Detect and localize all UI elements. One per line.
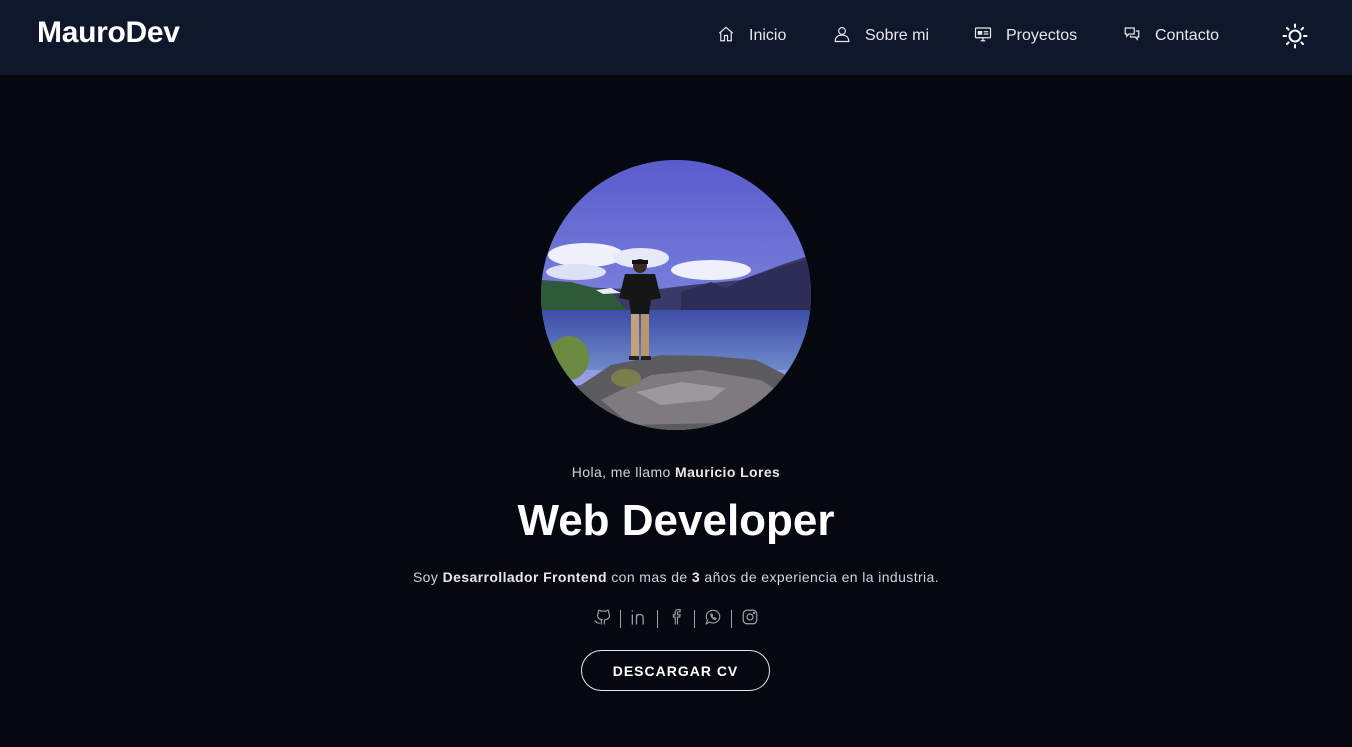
desc-suffix: años de experiencia en la industria. (700, 569, 940, 585)
divider (620, 610, 621, 628)
linkedin-icon[interactable] (629, 607, 649, 627)
desc-middle: con mas de (606, 569, 692, 585)
nav-item-sobre-mi[interactable]: Sobre mi (833, 22, 929, 50)
whatsapp-icon[interactable] (703, 607, 723, 627)
nav-item-inicio[interactable]: Inicio (717, 22, 786, 50)
facebook-icon[interactable] (666, 607, 686, 627)
nav-item-proyectos[interactable]: Proyectos (974, 22, 1077, 50)
instagram-icon[interactable] (740, 607, 760, 627)
divider (731, 610, 732, 628)
divider (694, 610, 695, 628)
theme-toggle-button[interactable] (1282, 23, 1308, 49)
hero-title: Web Developer (517, 496, 835, 545)
user-icon (833, 25, 851, 48)
greeting-text: Hola, me llamo Mauricio Lores (0, 464, 1352, 480)
hero-description: Soy Desarrollador Frontend con mas de 3 … (0, 569, 1352, 585)
nav-item-label: Proyectos (1006, 27, 1078, 44)
profile-photo (541, 160, 811, 430)
brand-logo[interactable]: MauroDev (37, 16, 180, 50)
download-cv-button[interactable]: DESCARGAR CV (581, 650, 770, 691)
navbar: MauroDev Inicio Sobre mi Proyectos Conta… (0, 0, 1352, 75)
github-icon[interactable] (592, 607, 612, 627)
home-icon (717, 25, 735, 48)
chat-icon (1123, 25, 1141, 48)
nav-item-label: Contacto (1155, 27, 1220, 44)
divider (657, 610, 658, 628)
nav-item-label: Inicio (749, 27, 787, 44)
desc-prefix: Soy (412, 569, 443, 585)
nav-item-label: Sobre mi (865, 27, 930, 44)
nav-item-contacto[interactable]: Contacto (1123, 22, 1219, 50)
person-name: Mauricio Lores (675, 464, 781, 480)
desc-role: Desarrollador Frontend (442, 569, 607, 585)
sun-icon (1282, 23, 1308, 53)
desc-years: 3 (691, 569, 701, 585)
social-links (592, 605, 760, 629)
greeting-prefix: Hola, me llamo (571, 464, 676, 480)
monitor-icon (974, 25, 992, 48)
